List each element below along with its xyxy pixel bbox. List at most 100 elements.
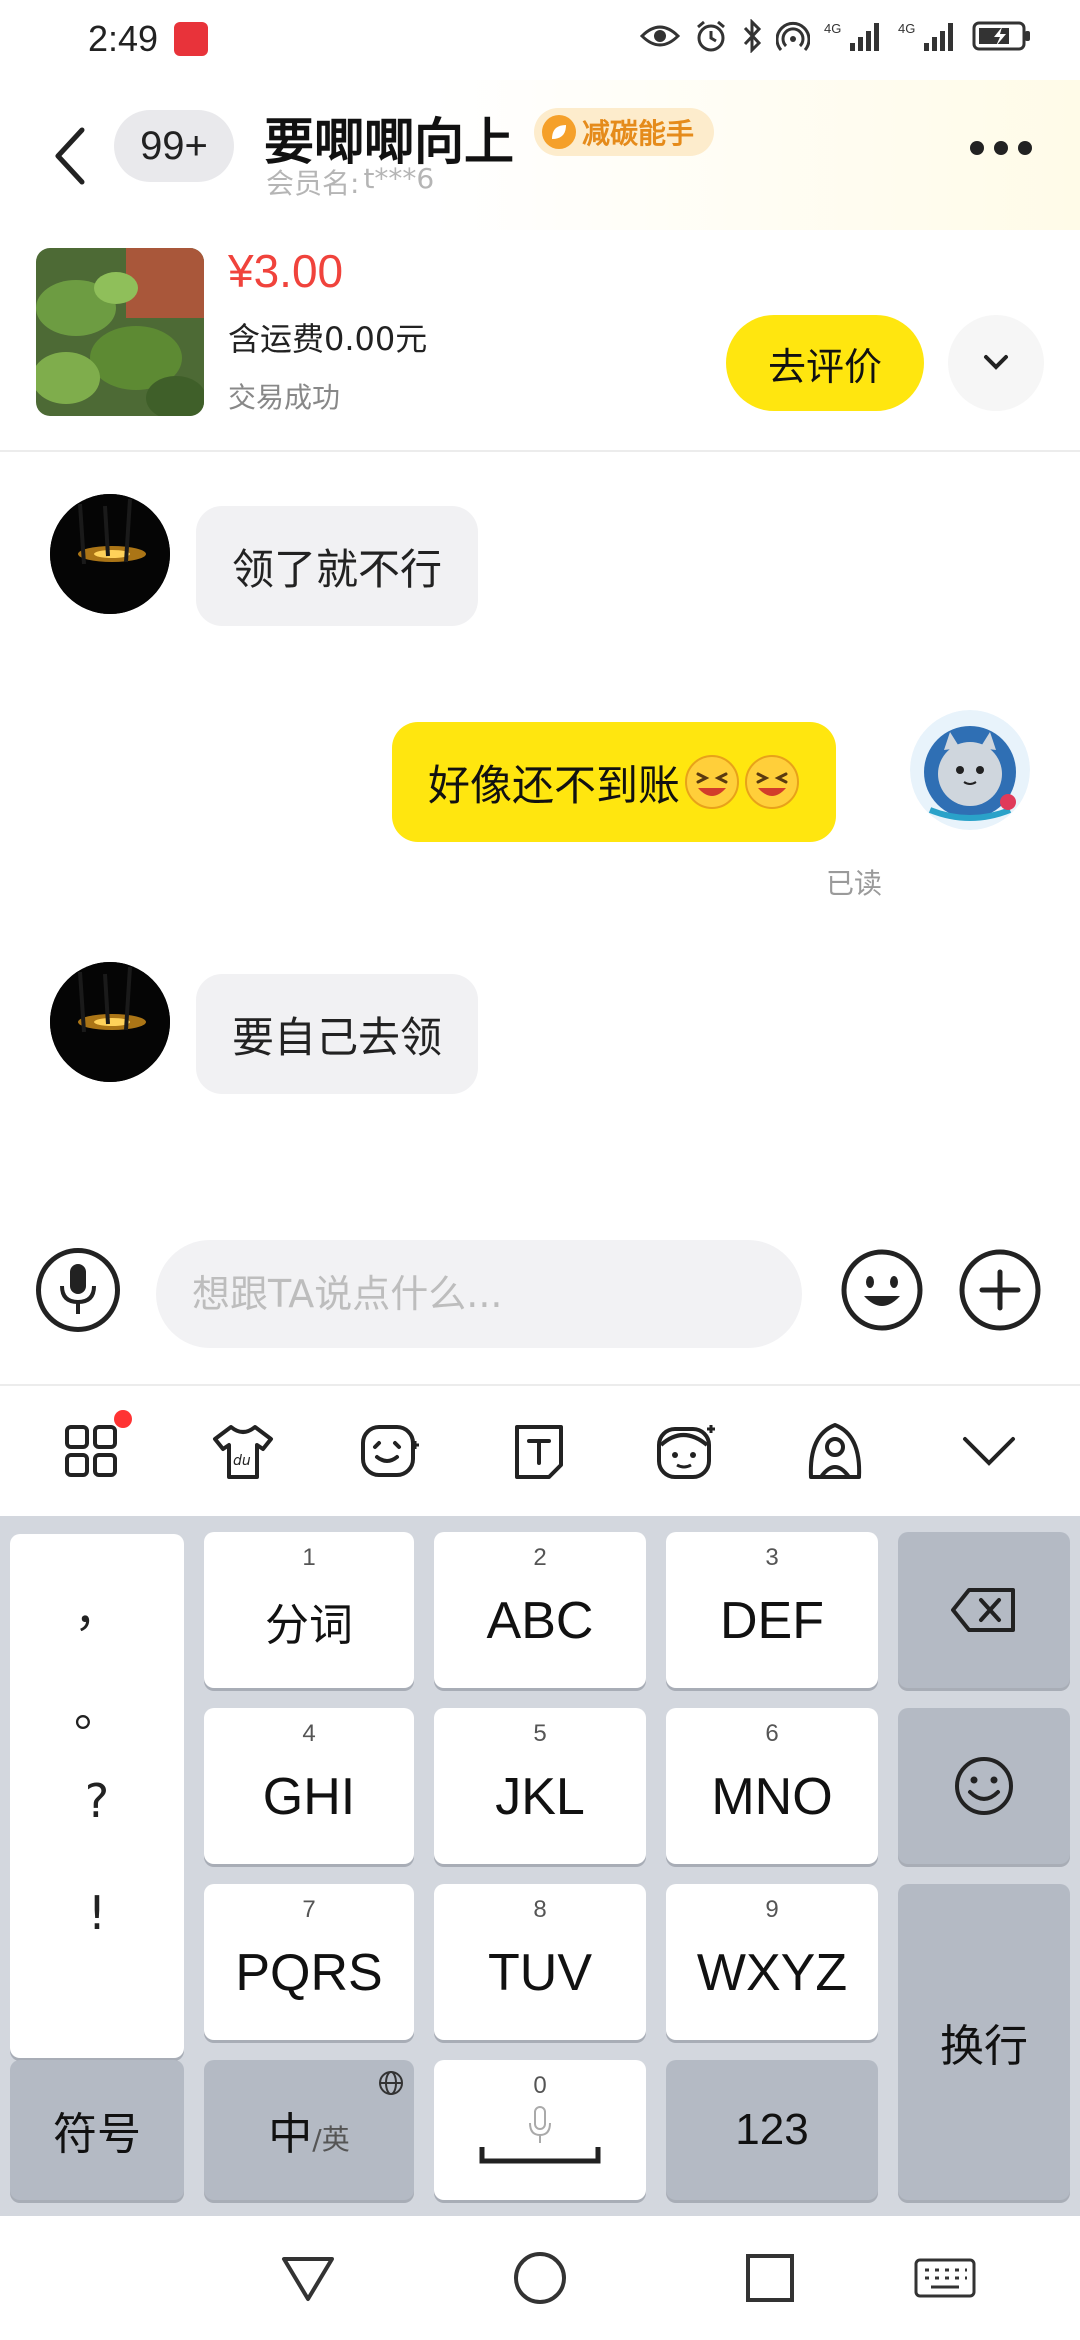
text-box-icon: [515, 1425, 563, 1479]
review-button[interactable]: 去评价: [726, 315, 924, 411]
smiley-icon: [955, 1757, 1013, 1815]
member-name-line: 会员名: t***6: [266, 162, 434, 202]
punct-exclaim[interactable]: !: [10, 1886, 184, 1940]
backspace-icon: [951, 1588, 1015, 1632]
plus-icon: [959, 1249, 1041, 1331]
key-label: PQRS: [235, 1944, 383, 2002]
message-bubble-right[interactable]: 好像还不到账: [392, 722, 837, 842]
key-label: WXYZ: [696, 1944, 848, 2002]
key-9[interactable]: 9 WXYZ: [666, 1884, 878, 2040]
unread-count-badge[interactable]: 99+: [114, 110, 234, 182]
punct-period[interactable]: 。: [10, 1674, 184, 1740]
space-bar-icon: [479, 2147, 601, 2164]
nav-recents-button[interactable]: [738, 2246, 802, 2310]
key-number: 1: [302, 1544, 316, 1571]
system-navigation-bar: [0, 2216, 1080, 2340]
cartoon-face-icon: [657, 1425, 715, 1479]
skin-button[interactable]: du: [208, 1416, 278, 1486]
product-price: ¥3.00: [228, 245, 344, 297]
key-number: 7: [302, 1896, 316, 1923]
message-input[interactable]: [156, 1240, 802, 1348]
language-alt: /英: [312, 2123, 350, 2156]
text-tool-button[interactable]: [504, 1416, 574, 1486]
mic-small-icon: [529, 2106, 551, 2143]
number-mode-key[interactable]: 123: [666, 2060, 878, 2200]
key-label: MNO: [711, 1768, 833, 1826]
keyboard-toolbar: du: [0, 1386, 1080, 1516]
triangle-back-icon: [282, 2257, 334, 2301]
key-8[interactable]: 8 TUV: [434, 1884, 646, 2040]
enter-key[interactable]: 换行: [898, 1884, 1070, 2200]
signal-icon-1: 4G: [824, 18, 884, 54]
read-receipt: 已读: [826, 867, 883, 900]
nav-back-button[interactable]: [276, 2246, 340, 2310]
my-avatar[interactable]: [910, 710, 1030, 830]
hotspot-icon: [776, 18, 810, 54]
emoji-key[interactable]: [898, 1708, 1070, 1864]
message-text: 好像还不到账: [428, 760, 681, 810]
emoji-button[interactable]: [840, 1248, 924, 1332]
status-icons: 4G 4G: [640, 18, 1032, 54]
message-bubble-left[interactable]: 领了就不行: [196, 506, 479, 626]
laughing-emoji-icon: [685, 755, 740, 809]
expand-button[interactable]: [948, 315, 1044, 411]
back-arrow-icon[interactable]: [44, 116, 98, 196]
svg-text:du: du: [233, 1453, 251, 1469]
key-4[interactable]: 4 GHI: [204, 1708, 414, 1864]
punctuation-column[interactable]: ， 。 ? !: [10, 1534, 184, 2058]
microphone-icon: [60, 1264, 96, 1314]
language-switch-key[interactable]: 中 /英: [204, 2060, 414, 2200]
member-name: t***6: [363, 162, 435, 195]
app-notification-icon: [174, 22, 208, 56]
key-5[interactable]: 5 JKL: [434, 1708, 646, 1864]
contact-avatar[interactable]: [50, 962, 170, 1082]
backspace-key[interactable]: [898, 1532, 1070, 1688]
product-card[interactable]: ¥3.00 含运费0.00元 交易成功 去评价: [0, 230, 1080, 452]
apps-grid-button[interactable]: [56, 1410, 132, 1486]
notification-dot: [114, 1410, 132, 1428]
message-bubble-left[interactable]: 要自己去领: [196, 974, 479, 1094]
contact-avatar[interactable]: [50, 494, 170, 614]
symbols-key[interactable]: 符号: [10, 2060, 184, 2200]
key-number: 4: [302, 1720, 316, 1747]
user-tag-label: 减碳能手: [582, 117, 695, 150]
key-label: TUV: [488, 1944, 592, 2002]
key-2[interactable]: 2 ABC: [434, 1532, 646, 1688]
key-7[interactable]: 7 PQRS: [204, 1884, 414, 2040]
more-options-icon[interactable]: [970, 136, 1032, 160]
key-label: GHI: [262, 1768, 356, 1826]
product-shipping: 含运费0.00元: [228, 320, 428, 358]
smiley-icon: [841, 1249, 923, 1331]
user-tag-badge: 减碳能手: [534, 108, 715, 156]
key-3[interactable]: 3 DEF: [666, 1532, 878, 1688]
network-label-1: 4G: [824, 21, 841, 36]
bluetooth-icon: [742, 18, 762, 54]
nav-home-button[interactable]: [508, 2246, 572, 2310]
key-6[interactable]: 6 MNO: [666, 1708, 878, 1864]
status-bar: 2:49 4G 4G: [0, 0, 1080, 80]
leaf-icon: [542, 115, 576, 149]
chevron-down-icon: [984, 355, 1008, 370]
emoticon-button[interactable]: [356, 1416, 426, 1486]
eye-icon: [640, 18, 680, 54]
key-number: 8: [533, 1896, 547, 1923]
product-thumbnail[interactable]: [36, 248, 204, 416]
punct-comma[interactable]: ，: [10, 1574, 184, 1640]
more-actions-button[interactable]: [958, 1248, 1042, 1332]
space-key[interactable]: 0: [434, 2060, 646, 2200]
avatar-sticker-button[interactable]: [652, 1416, 722, 1486]
signal-icon-2: 4G: [898, 18, 958, 54]
battery-icon: [972, 18, 1032, 54]
handwriting-button[interactable]: [800, 1416, 870, 1486]
punct-question[interactable]: ?: [10, 1774, 184, 1828]
key-number: 0: [533, 2072, 547, 2099]
network-label-2: 4G: [898, 21, 915, 36]
message-input-bar: [0, 1220, 1080, 1386]
keyboard-switch-button[interactable]: [910, 2246, 980, 2310]
key-1[interactable]: 1 分词: [204, 1532, 414, 1688]
voice-input-button[interactable]: [36, 1248, 120, 1332]
collapse-keyboard-button[interactable]: [954, 1416, 1024, 1486]
symbols-key-label: 符号: [53, 2109, 141, 2160]
circle-home-icon: [514, 2252, 566, 2304]
key-label: JKL: [495, 1768, 585, 1826]
